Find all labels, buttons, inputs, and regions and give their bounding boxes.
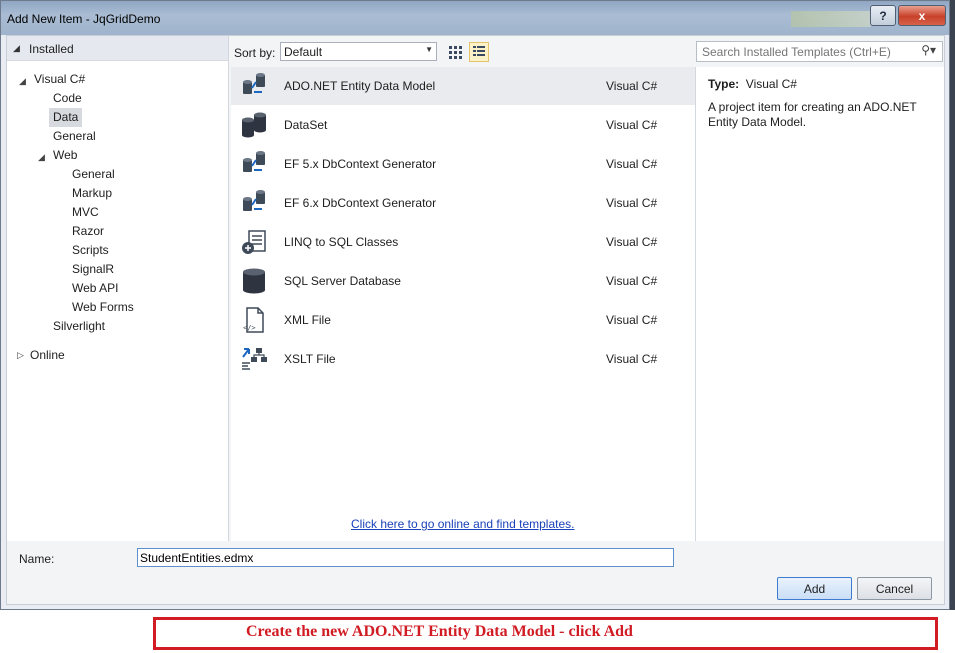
list-item-sql-server-database[interactable]: SQL Server Database Visual C# xyxy=(231,262,695,300)
ef-generator-icon xyxy=(243,151,265,172)
tree-item-razor[interactable]: Razor xyxy=(72,222,104,241)
grid-view-icon xyxy=(449,46,462,59)
sort-by-label: Sort by: xyxy=(234,46,276,60)
caption-text: Create the new ADO.NET Entity Data Model… xyxy=(246,623,633,640)
collapse-icon[interactable]: ◢ xyxy=(38,152,45,163)
add-new-item-dialog: Add New Item - JqGridDemo ? x ◢ Installe… xyxy=(0,0,950,610)
tree-item-silverlight[interactable]: Silverlight xyxy=(53,317,105,336)
name-field[interactable] xyxy=(137,548,674,567)
list-item-dataset[interactable]: DataSet Visual C# xyxy=(231,106,695,144)
xml-file-icon: </> xyxy=(243,307,264,333)
cancel-button[interactable]: Cancel xyxy=(857,577,932,600)
dataset-icon xyxy=(242,112,266,138)
template-category: Visual C# xyxy=(606,79,658,93)
list-item-ado-net-entity-data-model[interactable]: ADO.NET Entity Data Model Visual C# xyxy=(231,67,695,105)
template-name: XML File xyxy=(284,313,331,327)
name-label: Name: xyxy=(19,552,55,566)
tree-item-visual-csharp[interactable]: Visual C# xyxy=(34,70,85,89)
xslt-file-icon xyxy=(242,348,267,370)
template-name: DataSet xyxy=(284,118,328,132)
add-button[interactable]: Add xyxy=(777,577,852,600)
tree-item-code[interactable]: Code xyxy=(53,89,82,108)
list-item-linq-to-sql-classes[interactable]: LINQ to SQL Classes Visual C# xyxy=(231,223,695,261)
template-category: Visual C# xyxy=(606,235,658,249)
tree-item-markup[interactable]: Markup xyxy=(72,184,112,203)
title-bar: Add New Item - JqGridDemo ? x xyxy=(1,1,949,35)
tree-item-scripts[interactable]: Scripts xyxy=(72,241,109,260)
search-input[interactable] xyxy=(700,44,909,60)
collapse-icon[interactable]: ◢ xyxy=(19,76,26,87)
details-pane: Type: Visual C# A project item for creat… xyxy=(696,67,944,541)
sort-by-dropdown[interactable]: Default ▼ xyxy=(280,42,437,61)
template-list: ADO.NET Entity Data Model Visual C# Data… xyxy=(231,67,696,541)
template-name: XSLT File xyxy=(284,352,336,366)
template-category: Visual C# xyxy=(606,352,658,366)
linq-icon xyxy=(242,230,266,254)
template-tree: ◢ Installed ◢ Visual C# Code Data Genera… xyxy=(7,36,229,541)
window-title: Add New Item - JqGridDemo xyxy=(7,12,161,26)
tree-item-web[interactable]: Web xyxy=(53,146,77,165)
small-icons-view-button[interactable] xyxy=(445,42,465,62)
annotation-caption: Create the new ADO.NET Entity Data Model… xyxy=(153,617,938,650)
template-name: ADO.NET Entity Data Model xyxy=(284,79,436,93)
search-templates-box[interactable]: ⚲▾ xyxy=(696,41,943,62)
type-row: Type: Visual C# xyxy=(708,77,797,91)
tree-item-data[interactable]: Data xyxy=(49,108,83,127)
tree-item-mvc[interactable]: MVC xyxy=(72,203,99,222)
tree-item-web-forms[interactable]: Web Forms xyxy=(72,298,134,317)
template-name: LINQ to SQL Classes xyxy=(284,235,399,249)
template-category: Visual C# xyxy=(606,274,658,288)
installed-label: Installed xyxy=(29,42,74,56)
template-category: Visual C# xyxy=(606,157,658,171)
online-templates-link[interactable]: Click here to go online and find templat… xyxy=(351,517,574,531)
template-category: Visual C# xyxy=(606,313,658,327)
template-name: SQL Server Database xyxy=(284,274,401,288)
search-icon[interactable]: ⚲▾ xyxy=(921,43,936,57)
template-name: EF 6.x DbContext Generator xyxy=(284,196,437,210)
template-category: Visual C# xyxy=(606,118,658,132)
tree-item-web-general[interactable]: General xyxy=(72,165,115,184)
list-view-button[interactable] xyxy=(469,42,489,62)
list-view-icon xyxy=(473,46,485,56)
template-description: A project item for creating an ADO.NET E… xyxy=(708,100,917,129)
expand-icon[interactable]: ▷ xyxy=(17,350,24,361)
type-value: Visual C# xyxy=(745,77,797,91)
chevron-down-icon: ▼ xyxy=(425,45,433,54)
close-icon: x xyxy=(918,8,926,23)
close-button[interactable]: x xyxy=(898,5,946,26)
list-item-ef6-dbcontext-generator[interactable]: EF 6.x DbContext Generator Visual C# xyxy=(231,184,695,222)
help-icon: ? xyxy=(879,8,887,23)
template-category: Visual C# xyxy=(606,196,658,210)
list-item-ef5-dbcontext-generator[interactable]: EF 5.x DbContext Generator Visual C# xyxy=(231,145,695,183)
tree-item-web-api[interactable]: Web API xyxy=(72,279,118,298)
svg-text:</>: </> xyxy=(243,324,256,332)
help-button[interactable]: ? xyxy=(870,5,896,26)
list-item-xslt-file[interactable]: XSLT File Visual C# xyxy=(231,340,695,378)
tree-item-general[interactable]: General xyxy=(53,127,96,146)
background-blur xyxy=(791,11,871,27)
template-name: EF 5.x DbContext Generator xyxy=(284,157,437,171)
type-label: Type: xyxy=(708,77,740,91)
tree-item-signalr[interactable]: SignalR xyxy=(72,260,114,279)
sort-toolbar: Sort by: Default ▼ Search Installed Temp… xyxy=(229,36,944,67)
installed-header[interactable]: ◢ Installed xyxy=(7,36,228,61)
tree-item-online[interactable]: Online xyxy=(30,346,65,365)
background-window-edge xyxy=(950,0,955,610)
dialog-body: ◢ Installed ◢ Visual C# Code Data Genera… xyxy=(6,35,945,605)
collapse-icon: ◢ xyxy=(13,43,20,53)
ef-generator-icon xyxy=(243,190,265,211)
database-icon xyxy=(243,268,265,294)
list-item-xml-file[interactable]: </> XML File Visual C# xyxy=(231,301,695,339)
sort-by-value: Default xyxy=(284,45,323,59)
entity-model-icon xyxy=(243,73,265,94)
